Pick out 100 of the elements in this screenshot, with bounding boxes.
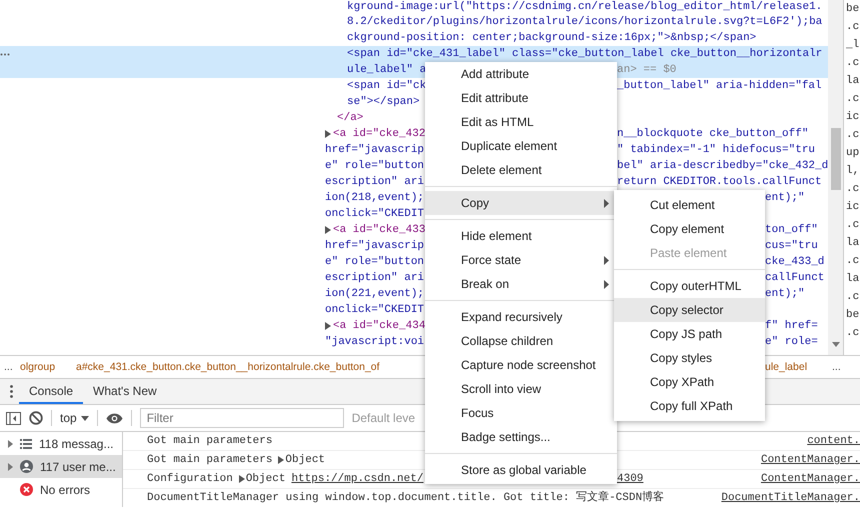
sidebar-item[interactable]: 117 user me...: [0, 455, 122, 478]
list-icon: [20, 438, 32, 448]
breadcrumb-more[interactable]: ...: [0, 361, 20, 373]
menu-item[interactable]: Badge settings...: [425, 425, 617, 449]
error-icon: [20, 483, 33, 496]
style-rule-text: .c: [845, 290, 860, 305]
code-text: escription" ari: [325, 271, 424, 286]
object-expander[interactable]: Object: [238, 470, 286, 488]
style-rule-text: .c: [845, 218, 860, 233]
menu-item[interactable]: Store as global variable: [425, 458, 617, 482]
menu-item[interactable]: Copy selector: [614, 298, 765, 322]
code-text: <a id="cke_432: [333, 127, 426, 142]
code-text: cus="tru: [765, 240, 818, 252]
menu-item[interactable]: Copy styles: [614, 346, 765, 370]
code-text: <a id="cke_433: [333, 223, 426, 238]
code-text: an> == $0: [617, 64, 676, 76]
breadcrumb-more[interactable]: ...: [828, 361, 860, 373]
code-text: se"></span>: [347, 95, 420, 110]
style-rule-text: be: [845, 2, 860, 17]
menu-item[interactable]: Scroll into view: [425, 377, 617, 401]
scroll-down-arrow-icon[interactable]: [832, 342, 840, 347]
menu-item[interactable]: Capture node screenshot: [425, 353, 617, 377]
clear-console-icon[interactable]: [29, 411, 43, 425]
menu-item[interactable]: Edit as HTML: [425, 110, 617, 134]
source-link[interactable]: ContentManager.: [760, 470, 860, 488]
eye-icon[interactable]: [106, 412, 123, 424]
code-text: kground-image:url("https://csdnimg.cn/release/blog_editor_html/release1.: [347, 0, 822, 14]
sidebar-item[interactable]: No errors: [0, 478, 122, 501]
code-text: ion(221,event);: [325, 287, 424, 302]
style-rule-text: be: [845, 308, 860, 323]
style-rule-text: .c: [845, 92, 860, 107]
code-text: <a id="cke_434: [333, 319, 426, 334]
expand-triangle-icon[interactable]: [325, 322, 331, 330]
code-text: e" role="button: [325, 255, 424, 270]
code-text: onclick="CKEDIT: [325, 303, 424, 318]
code-text: callFunct: [765, 272, 824, 284]
menu-item[interactable]: Focus: [425, 401, 617, 425]
style-rule-text: .c: [845, 128, 860, 143]
code-text: " tabindex="-1" hidefocus="tru: [617, 144, 816, 156]
menu-item[interactable]: Copy outerHTML: [614, 274, 765, 298]
code-text: escription" ari: [325, 175, 424, 190]
style-rule-text: la: [845, 74, 860, 89]
code-text: f" href=: [765, 320, 818, 332]
menu-item[interactable]: Force state: [425, 248, 617, 272]
menu-item[interactable]: Copy XPath: [614, 370, 765, 394]
more-dots-icon[interactable]: [0, 52, 10, 56]
style-rule-text: .c: [845, 254, 860, 269]
menu-item[interactable]: Copy element: [614, 217, 765, 241]
style-rule-text: la: [845, 236, 860, 251]
code-text: ckground-position: center;background-size:16px;">&nbsp;</span>: [347, 31, 756, 46]
context-dropdown[interactable]: top: [60, 411, 89, 425]
log-message: DocumentTitleManager using window.top.document.title. Got title: 写文章-CSDN博客: [147, 490, 664, 506]
menu-item[interactable]: Add attribute: [425, 62, 617, 86]
code-text: bel" aria-describedby="cke_432_d: [617, 160, 828, 172]
url-link[interactable]: 4309: [617, 473, 644, 485]
menu-item[interactable]: Copy: [425, 191, 617, 215]
sidebar-item[interactable]: 118 messag...: [0, 432, 122, 455]
expand-triangle-icon[interactable]: [8, 440, 13, 448]
url-link[interactable]: https://mp.csdn.net/: [291, 470, 424, 488]
style-rule-text: ic: [845, 110, 860, 125]
scrollbar-thumb[interactable]: [830, 128, 840, 190]
sidebar-toggle-icon[interactable]: [6, 412, 21, 424]
code-text: ule_label" a: [347, 63, 426, 78]
code-text: href="javascrip: [325, 239, 424, 254]
code-text: ion(218,event);: [325, 191, 424, 206]
menu-item[interactable]: Break on: [425, 272, 617, 296]
menu-item[interactable]: Copy JS path: [614, 322, 765, 346]
expand-triangle-icon[interactable]: [325, 130, 331, 138]
menu-item[interactable]: Cut element: [614, 193, 765, 217]
scrollbar[interactable]: [828, 0, 843, 355]
code-text: onclick="CKEDIT: [325, 207, 424, 222]
more-vertical-icon[interactable]: [10, 385, 13, 398]
menu-item[interactable]: Collapse children: [425, 329, 617, 353]
source-link[interactable]: DocumentTitleManager.: [721, 489, 860, 507]
filter-field[interactable]: Filter: [140, 408, 344, 428]
menu-item[interactable]: Duplicate element: [425, 134, 617, 158]
menu-item[interactable]: Delete element: [425, 158, 617, 182]
expand-triangle-icon[interactable]: [325, 226, 331, 234]
caret-icon: [80, 416, 89, 420]
log-message: Configuration: [147, 472, 233, 487]
drawer-tab[interactable]: Console: [19, 379, 84, 404]
style-rule-text: up: [845, 146, 860, 161]
object-expander[interactable]: Object: [278, 451, 326, 469]
menu-item[interactable]: Hide element: [425, 224, 617, 248]
expand-triangle-icon[interactable]: [8, 462, 13, 470]
breadcrumb-item[interactable]: olgroup: [20, 361, 76, 373]
log-message: Got main parameters: [147, 434, 272, 449]
style-rule-text: _l: [845, 38, 860, 53]
breadcrumb-item[interactable]: ule_label: [765, 361, 828, 373]
code-text: </a>: [337, 111, 364, 126]
code-text: 8.2/ckeditor/plugins/horizontalrule/icons/horizontalrule.svg?t=L6F2');ba: [347, 15, 822, 30]
drawer-tab[interactable]: What's New: [83, 379, 167, 404]
menu-item[interactable]: Copy full XPath: [614, 394, 765, 418]
menu-item[interactable]: Edit attribute: [425, 86, 617, 110]
code-text: return CKEDITOR.tools.callFunct: [617, 176, 822, 188]
code-text: e" role=: [765, 336, 818, 348]
menu-item[interactable]: Expand recursively: [425, 305, 617, 329]
source-link[interactable]: ContentManager.: [760, 451, 860, 469]
style-rule-text: .c: [845, 182, 860, 197]
source-link[interactable]: content.: [807, 432, 860, 450]
